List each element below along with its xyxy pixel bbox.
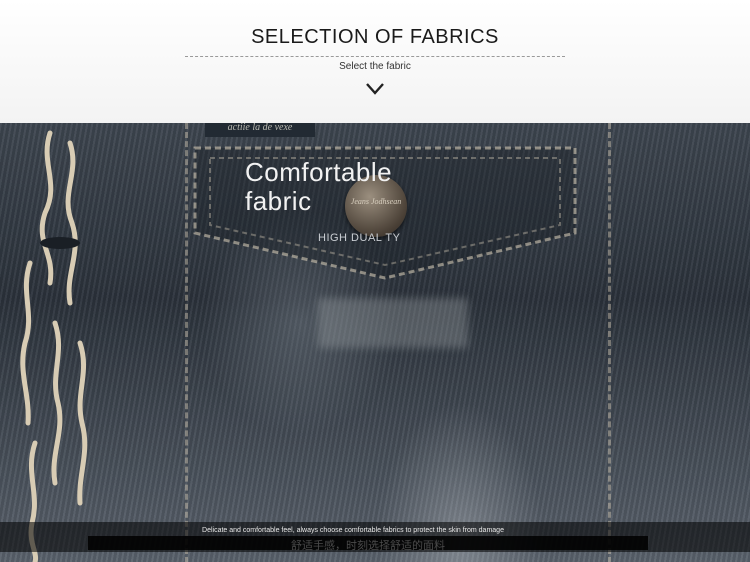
heading-line-2: fabric bbox=[245, 186, 312, 216]
section-header: SELECTION OF FABRICS Select the fabric bbox=[0, 0, 750, 123]
product-detail-section: SELECTION OF FABRICS Select the fabric a… bbox=[0, 0, 750, 562]
chevron-down-icon bbox=[366, 83, 384, 95]
heading-line-1: Comfortable bbox=[245, 157, 393, 187]
overlay-tagline: HIGH DUAL TY bbox=[318, 232, 401, 244]
section-subtitle: Select the fabric bbox=[339, 61, 411, 72]
brand-tag: actiie la de vexe bbox=[205, 123, 315, 137]
caption-text: Delicate and comfortable feel, always ch… bbox=[202, 527, 504, 534]
overlay-heading: Comfortable fabric bbox=[245, 158, 392, 216]
caption-cn-text: 舒适手感，时刻选择舒适的面料 bbox=[291, 540, 445, 552]
section-title: SELECTION OF FABRICS bbox=[251, 26, 499, 48]
blurred-text-area bbox=[318, 298, 468, 348]
title-divider bbox=[185, 56, 565, 57]
embroidery-pattern bbox=[20, 130, 88, 562]
